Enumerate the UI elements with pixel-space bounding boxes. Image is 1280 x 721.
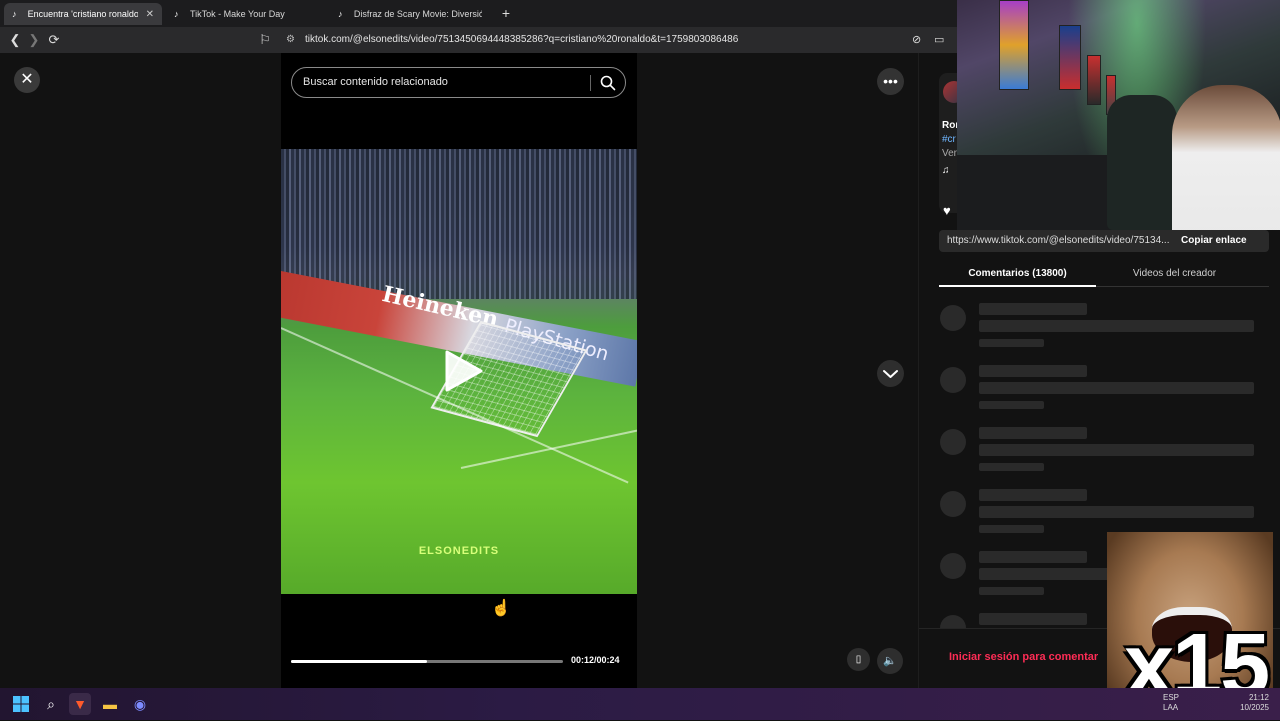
comment-meta-placeholder [979,463,1044,471]
comment-avatar-placeholder [940,491,966,517]
see-more-text[interactable]: Ver [942,148,957,159]
tiktok-icon: ♪ [174,9,179,19]
comment-name-placeholder [979,613,1087,625]
comment-meta-placeholder [979,339,1044,347]
windows-start-icon[interactable] [10,693,32,715]
hand-cursor-icon: ☝ [491,600,511,617]
address-bar[interactable]: ⚙ tiktok.com/@elsonedits/video/751345069… [280,30,960,50]
video-link[interactable]: https://www.tiktok.com/@elsonedits/video… [947,230,1169,252]
keyboard-language[interactable]: ESP LAA [1163,693,1179,713]
hashtag-link[interactable]: #cr [942,134,956,145]
more-options-button[interactable]: ••• [877,68,904,95]
back-button[interactable]: ❮ [6,31,24,49]
cast-icon[interactable]: ⊘ [912,31,921,49]
brave-browser-icon[interactable]: ▼ [69,693,91,715]
comment-name-placeholder [979,489,1087,501]
site-info-icon[interactable]: ⚙ [286,30,295,50]
comment-tabs: Comentarios (13800) Videos del creador [939,261,1269,287]
browser-tab-search[interactable]: ♪ Encuentra 'cristiano ronaldo' en ✕ [4,3,162,25]
play-icon[interactable] [441,349,485,393]
webcam-overlay [957,0,1280,230]
search-icon[interactable]: ⌕ [40,693,62,715]
discord-icon[interactable]: ◉ [129,693,151,715]
comment-meta-placeholder [979,587,1044,595]
comment-text-placeholder [979,320,1254,332]
comment-name-placeholder [979,365,1087,377]
stadium-stands [281,149,637,299]
forward-button[interactable]: ❯ [25,31,43,49]
comment-avatar-placeholder [940,553,966,579]
tab-creator-videos[interactable]: Videos del creador [1096,261,1253,287]
comment-name-placeholder [979,427,1087,439]
login-to-comment-link[interactable]: Iniciar sesión para comentar [949,651,1098,663]
streamer [1172,85,1280,230]
comment-text-placeholder [979,506,1254,518]
tiktok-icon: ♪ [12,9,17,19]
search-icon[interactable] [599,74,617,92]
copy-link-row: https://www.tiktok.com/@elsonedits/video… [939,230,1269,252]
copy-link-button[interactable]: Copiar enlace [1175,230,1253,252]
comment-text-placeholder [979,382,1254,394]
close-video-button[interactable]: ✕ [14,67,40,93]
reload-button[interactable]: ⟳ [45,31,63,49]
screen-icon[interactable]: ▭ [934,31,944,49]
captions-button[interactable]: ▯ [847,648,870,671]
file-explorer-icon[interactable]: ▬ [99,693,121,715]
video-column: Buscar contenido relacionado Heineken Pl… [281,53,637,688]
comment-text-placeholder [979,444,1254,456]
comment-meta-placeholder [979,401,1044,409]
comment-avatar-placeholder [940,429,966,455]
poster [1087,55,1101,105]
chevron-down-icon [883,370,898,378]
bookmark-icon[interactable]: ⚐ [256,31,274,49]
taskbar: ⌕ ▼ ▬ ◉ [0,688,1280,720]
tab-label: Disfraz de Scary Movie: Diversión y C [353,9,482,19]
tab-comments[interactable]: Comentarios (13800) [939,261,1096,287]
video-time: 00:12/00:24 [571,655,620,665]
tab-label: TikTok - Make Your Day [190,9,285,19]
clock-time: 21:12 [1248,693,1269,702]
poster [999,0,1029,90]
close-tab-icon[interactable]: ✕ [146,9,154,20]
volume-button[interactable]: 🔈 [877,648,903,674]
tiktok-icon: ♪ [338,9,343,19]
comment-meta-placeholder [979,525,1044,533]
comment-avatar-placeholder [940,305,966,331]
comment-name-placeholder [979,303,1087,315]
search-placeholder: Buscar contenido relacionado [303,76,448,88]
video-progress-fill [291,660,427,663]
browser-tab-disfraz[interactable]: ♪ Disfraz de Scary Movie: Diversión y C [330,3,490,25]
browser-tab-tiktok[interactable]: ♪ TikTok - Make Your Day [166,3,326,25]
next-video-button[interactable] [877,360,904,387]
system-clock[interactable]: 21:12 10/2025 [1233,693,1269,713]
windows-logo [13,696,29,712]
related-search-input[interactable]: Buscar contenido relacionado [291,67,626,98]
clock-date: 10/2025 [1240,703,1269,712]
video-watermark: ELSONEDITS [418,545,500,557]
gaming-chair [1107,95,1177,230]
like-icon[interactable]: ♥ [943,203,951,218]
poster [1059,25,1081,90]
new-tab-button[interactable]: + [498,4,514,22]
video-player[interactable]: Heineken PlayStation ELSONEDITS [281,149,637,594]
search-divider [590,75,591,91]
tab-label: Encuentra 'cristiano ronaldo' en [27,9,138,19]
comment-name-placeholder [979,551,1087,563]
music-note-icon: ♫ [942,165,950,176]
video-progress-bar[interactable] [291,660,563,663]
pitch-line [460,429,637,469]
comment-avatar-placeholder [940,367,966,393]
url-text: tiktok.com/@elsonedits/video/75134506944… [305,34,739,45]
